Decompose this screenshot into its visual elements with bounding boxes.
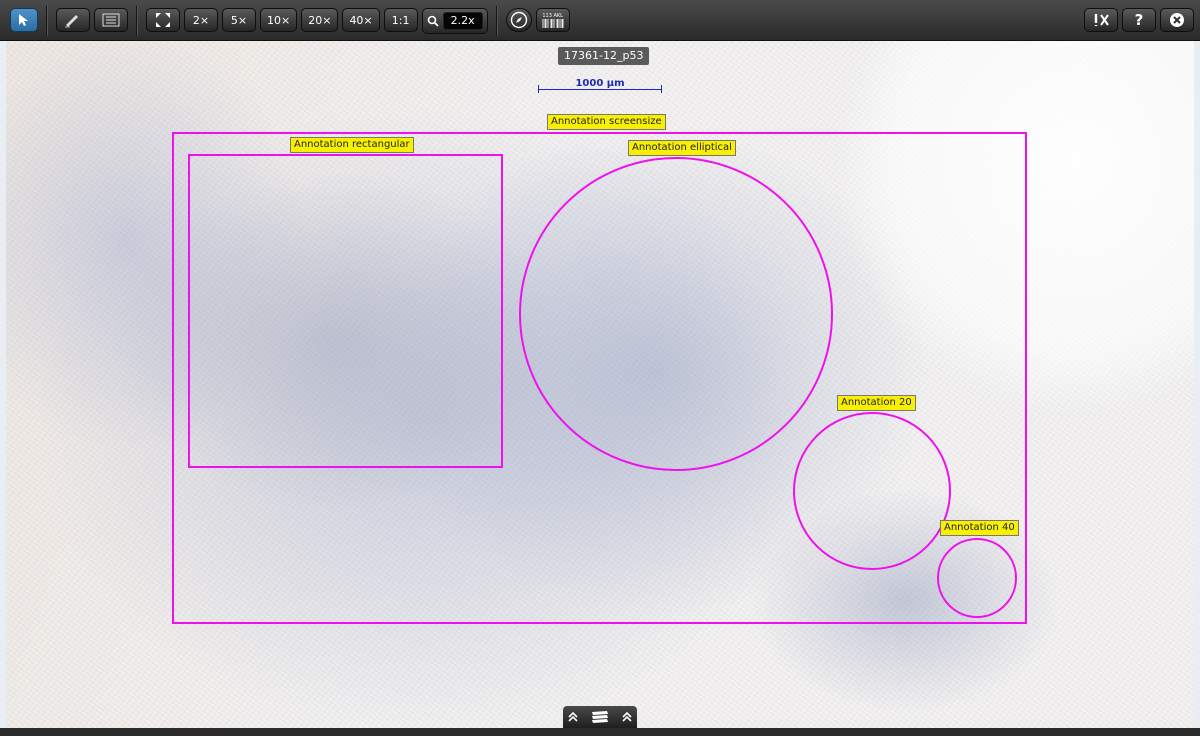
help-button[interactable]: ? [1122, 8, 1156, 32]
system-group: ? [1084, 6, 1194, 34]
annotation-elliptical-label[interactable]: Annotation elliptical [628, 140, 736, 156]
zoom-2x-button[interactable]: 2× [184, 8, 218, 32]
annotation-rectangular-label[interactable]: Annotation rectangular [290, 137, 414, 153]
select-tool-button[interactable] [10, 8, 38, 32]
zoom-1to1-button[interactable]: 1:1 [383, 8, 418, 32]
compass-icon [510, 11, 527, 29]
barcode-icon [542, 18, 564, 28]
toolbar: 2× 5× 10× 20× 40× 1:1 2.2x 113 AKL ? [0, 0, 1200, 41]
annotation-20[interactable] [793, 412, 951, 570]
double-chevron-up-icon [622, 712, 632, 722]
zoom-10x-button[interactable]: 10× [260, 8, 298, 32]
help-icon: ? [1134, 11, 1144, 29]
tool-group: 2× 5× 10× 20× 40× 1:1 2.2x 113 AKL [10, 6, 570, 36]
magnifier-icon [427, 15, 439, 27]
close-button[interactable] [1160, 8, 1194, 32]
pointer-icon [19, 14, 28, 26]
scale-bar: 1000 µm [538, 78, 662, 93]
bottom-bar [0, 728, 1200, 736]
zoom-40x-button[interactable]: 40× [342, 8, 380, 32]
annotation-20-label[interactable]: Annotation 20 [837, 395, 916, 411]
list-icon [102, 13, 120, 27]
annotation-40[interactable] [937, 538, 1017, 618]
pencil-icon [65, 15, 78, 28]
zoom-control[interactable]: 2.2x [421, 8, 488, 34]
zoom-20x-button[interactable]: 20× [301, 8, 339, 32]
annotation-screensize-label[interactable]: Annotation screensize [547, 114, 666, 130]
fit-to-screen-button[interactable] [146, 8, 180, 32]
slides-stack-icon [591, 711, 608, 723]
annotation-rectangular[interactable] [188, 154, 503, 468]
zoom-5x-button[interactable]: 5× [222, 8, 256, 32]
expand-icon [156, 13, 170, 27]
divider [495, 6, 498, 36]
slide-label-button[interactable]: 113 AKL [535, 8, 570, 32]
close-icon [1170, 13, 1184, 27]
scale-bar-label: 1000 µm [575, 78, 625, 89]
divider [46, 6, 48, 36]
divider [136, 6, 138, 36]
annotation-list-button[interactable] [94, 8, 128, 32]
annotation-40-label[interactable]: Annotation 40 [940, 520, 1019, 536]
tools-icon [1094, 14, 1109, 26]
double-chevron-up-icon [568, 712, 578, 722]
tools-button[interactable] [1084, 8, 1118, 32]
annotate-tool-button[interactable] [56, 8, 90, 32]
slide-name-label: 17361-12_p53 [558, 47, 650, 65]
scale-bar-line [538, 89, 662, 90]
navigator-button[interactable] [505, 8, 532, 32]
zoom-level-input[interactable]: 2.2x [442, 12, 483, 30]
expand-thumbnail-panel-button[interactable] [563, 706, 637, 728]
annotation-elliptical[interactable] [519, 157, 833, 471]
